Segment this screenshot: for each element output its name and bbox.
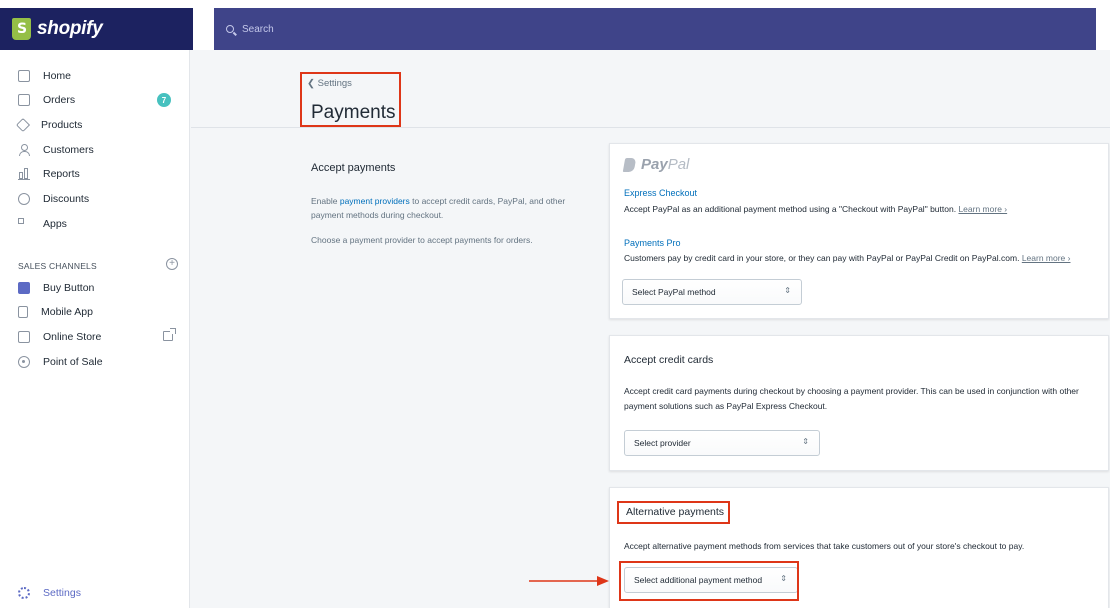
orders-icon bbox=[18, 94, 30, 106]
orders-count-badge: 7 bbox=[157, 93, 171, 107]
paypal-logo: PayPal bbox=[622, 156, 689, 173]
learn-more-link[interactable]: Learn more › bbox=[958, 204, 1007, 214]
credit-provider-select[interactable]: Select provider ⇕ bbox=[624, 430, 820, 456]
alternative-payments-description: Accept alternative payment methods from … bbox=[624, 541, 1025, 551]
search-icon bbox=[226, 25, 234, 33]
sidebar-item-point-of-sale[interactable]: Point of Sale bbox=[18, 353, 183, 371]
paypal-method-select[interactable]: Select PayPal method ⇕ bbox=[622, 279, 802, 305]
sidebar-item-label: Apps bbox=[43, 218, 67, 230]
paypal-p-icon bbox=[622, 157, 637, 172]
learn-more-link[interactable]: Learn more › bbox=[1022, 253, 1071, 263]
payment-providers-link[interactable]: payment providers bbox=[340, 196, 410, 206]
select-arrows-icon: ⇕ bbox=[780, 574, 787, 583]
sidebar-item-orders[interactable]: Orders 7 bbox=[18, 91, 183, 109]
additional-payment-method-select[interactable]: Select additional payment method ⇕ bbox=[624, 567, 798, 593]
sidebar-item-label: Buy Button bbox=[43, 282, 95, 294]
express-checkout-text: Accept PayPal as an additional payment m… bbox=[624, 204, 957, 214]
sidebar: Home Orders 7 Products Customers Reports… bbox=[0, 50, 190, 608]
select-value: Select provider bbox=[634, 438, 691, 448]
accept-payments-title: Accept payments bbox=[311, 162, 396, 174]
shopify-logo[interactable]: shopify bbox=[0, 8, 193, 50]
select-value: Select additional payment method bbox=[634, 575, 763, 585]
sidebar-item-label: Mobile App bbox=[41, 306, 93, 318]
paypal-card: PayPal Express Checkout Accept PayPal as… bbox=[609, 143, 1109, 319]
alternative-payments-card: Alternative payments Accept alternative … bbox=[609, 487, 1109, 608]
brand-name: shopify bbox=[37, 18, 103, 39]
express-checkout-description: Accept PayPal as an additional payment m… bbox=[624, 202, 1104, 217]
home-icon bbox=[18, 70, 30, 82]
code-icon bbox=[18, 282, 30, 294]
sidebar-item-customers[interactable]: Customers bbox=[18, 141, 183, 159]
description-text: Enable bbox=[311, 196, 340, 206]
sidebar-item-label: Point of Sale bbox=[43, 356, 103, 368]
sidebar-item-label: Customers bbox=[43, 144, 94, 156]
mobile-icon bbox=[18, 306, 28, 318]
alternative-payments-title: Alternative payments bbox=[626, 506, 725, 518]
credit-cards-title: Accept credit cards bbox=[624, 354, 714, 366]
sidebar-item-buy-button[interactable]: Buy Button bbox=[18, 279, 183, 297]
select-value: Select PayPal method bbox=[632, 287, 716, 297]
accept-payments-note: Choose a payment provider to accept paym… bbox=[311, 235, 533, 245]
payments-pro-description: Customers pay by credit card in your sto… bbox=[624, 251, 1104, 266]
annotation-arrow-icon bbox=[529, 576, 609, 586]
sidebar-item-label: Reports bbox=[43, 168, 80, 180]
page-title: Payments bbox=[311, 102, 396, 123]
sidebar-item-products[interactable]: Products bbox=[15, 116, 183, 134]
select-arrows-icon: ⇕ bbox=[784, 286, 791, 295]
tag-icon bbox=[15, 117, 31, 133]
credit-cards-card: Accept credit cards Accept credit card p… bbox=[609, 335, 1109, 471]
sidebar-item-settings[interactable]: Settings bbox=[18, 584, 183, 602]
accept-payments-description: Enable payment providers to accept credi… bbox=[311, 194, 571, 222]
sidebar-item-label: Home bbox=[43, 70, 72, 82]
discount-icon bbox=[18, 193, 30, 205]
sidebar-item-label: Orders bbox=[43, 94, 76, 106]
sidebar-item-label: Online Store bbox=[43, 331, 102, 343]
store-icon bbox=[18, 331, 30, 343]
paypal-wordmark-light: Pal bbox=[667, 156, 690, 173]
external-link-icon[interactable] bbox=[163, 328, 176, 341]
sidebar-item-discounts[interactable]: Discounts bbox=[18, 190, 183, 208]
person-icon bbox=[18, 144, 30, 156]
sales-channels-heading: SALES CHANNELS bbox=[18, 261, 97, 271]
payments-pro-link[interactable]: Payments Pro bbox=[624, 238, 681, 248]
sidebar-item-reports[interactable]: Reports bbox=[18, 165, 183, 183]
credit-cards-description: Accept credit card payments during check… bbox=[624, 386, 1079, 411]
paypal-wordmark: PayPal bbox=[641, 156, 689, 173]
gear-icon bbox=[18, 587, 30, 599]
express-checkout-link[interactable]: Express Checkout bbox=[624, 188, 697, 198]
sidebar-item-label: Products bbox=[41, 119, 83, 131]
select-arrows-icon: ⇕ bbox=[802, 437, 809, 446]
search-bar[interactable] bbox=[214, 8, 1096, 50]
paypal-wordmark-bold: Pay bbox=[641, 156, 668, 173]
add-channel-plus-icon[interactable]: + bbox=[166, 258, 178, 270]
sidebar-item-apps[interactable]: Apps bbox=[18, 215, 183, 233]
top-bar: shopify bbox=[0, 0, 1110, 50]
payments-pro-text: Customers pay by credit card in your sto… bbox=[624, 253, 1020, 263]
location-pin-icon bbox=[18, 356, 30, 368]
sidebar-item-home[interactable]: Home bbox=[18, 67, 183, 85]
breadcrumb-label: Settings bbox=[317, 78, 352, 89]
search-input[interactable] bbox=[242, 23, 542, 35]
apps-icon bbox=[18, 218, 30, 230]
sidebar-item-mobile-app[interactable]: Mobile App bbox=[18, 303, 183, 321]
chevron-left-icon: ❮ bbox=[307, 78, 315, 89]
sidebar-item-label: Discounts bbox=[43, 193, 90, 205]
sidebar-item-label: Settings bbox=[43, 587, 81, 599]
bar-chart-icon bbox=[18, 168, 30, 180]
shopify-bag-icon bbox=[12, 18, 31, 40]
sidebar-item-online-store[interactable]: Online Store bbox=[18, 328, 183, 346]
breadcrumb-settings[interactable]: ❮ Settings bbox=[307, 78, 352, 89]
